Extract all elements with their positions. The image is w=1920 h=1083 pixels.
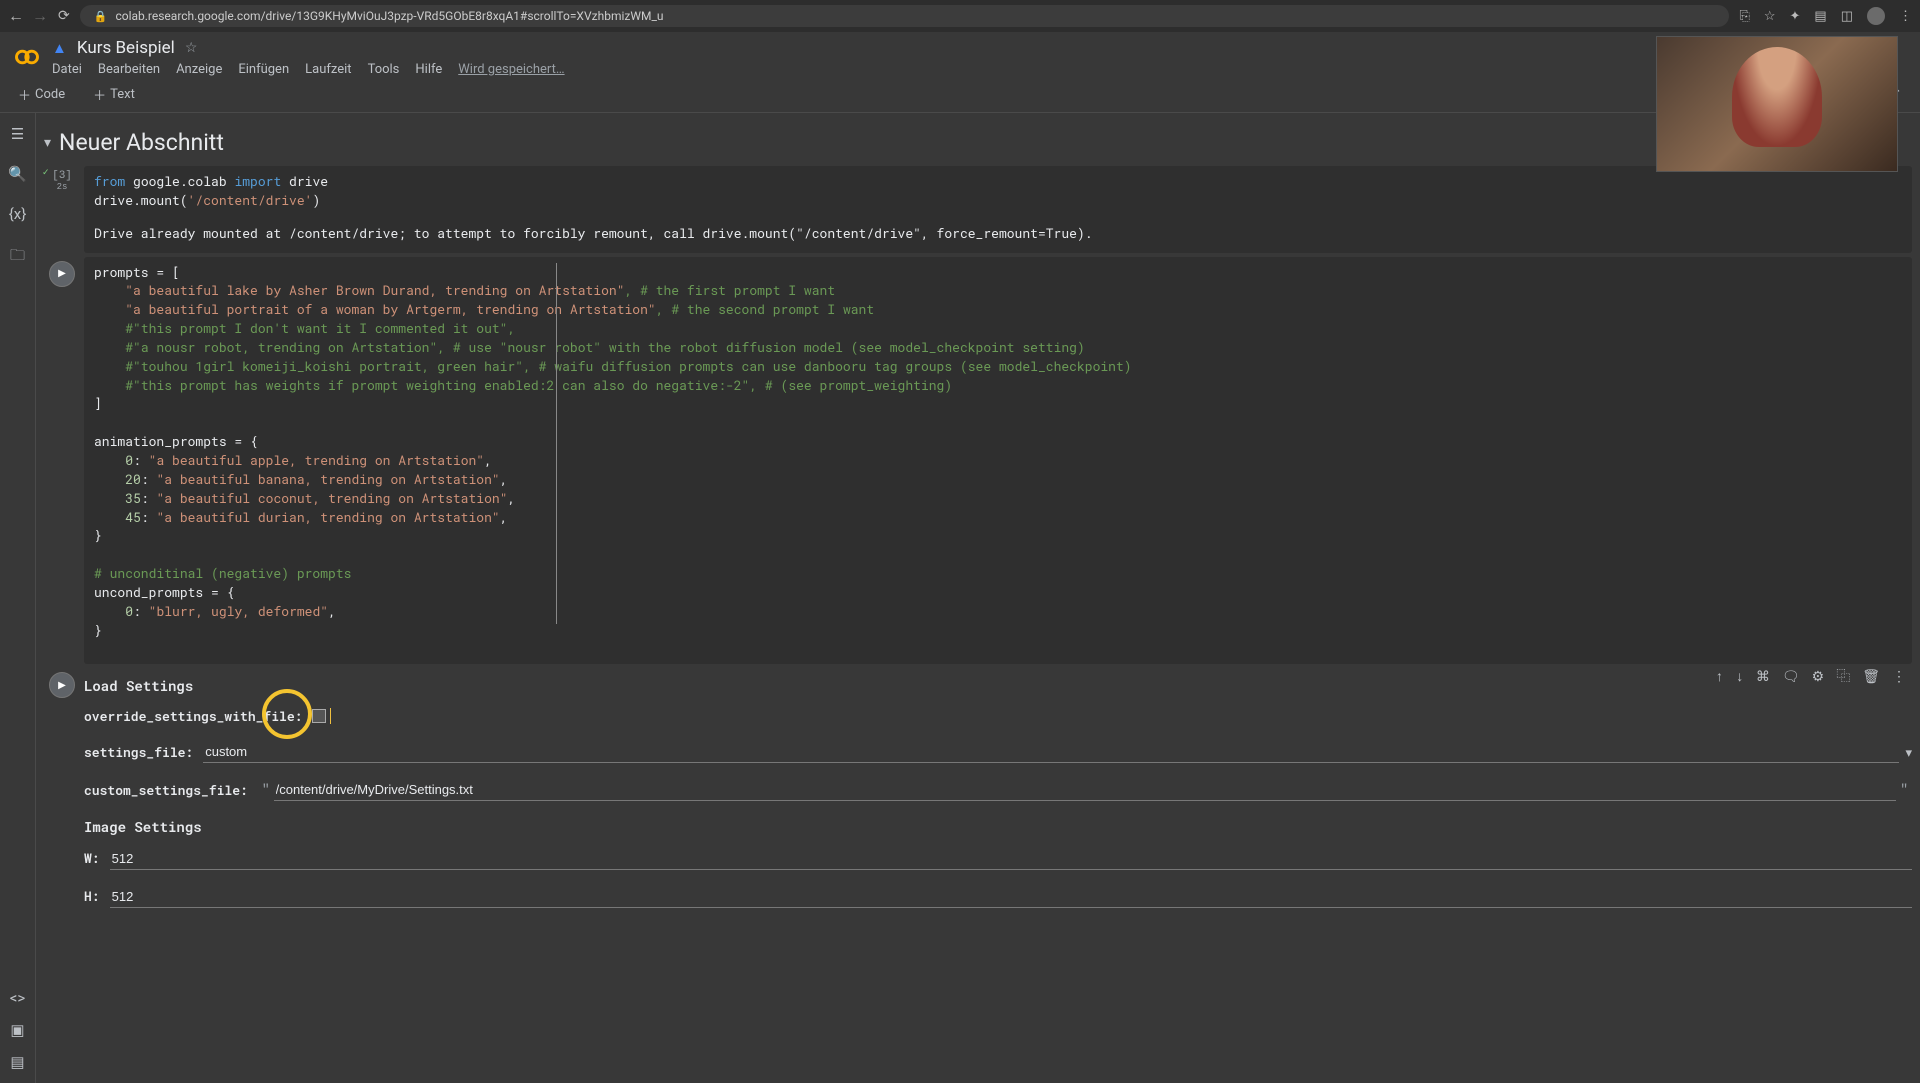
menu-hilfe[interactable]: Hilfe bbox=[415, 62, 442, 77]
forward-icon[interactable]: → bbox=[32, 6, 48, 26]
override-label: override_settings_with_file: bbox=[84, 707, 302, 726]
lock-icon: 🔒 bbox=[94, 10, 108, 23]
run-button[interactable]: ▶ bbox=[49, 672, 75, 698]
menu-laufzeit[interactable]: Laufzeit bbox=[305, 62, 351, 77]
colab-logo-icon[interactable] bbox=[12, 42, 42, 72]
chevron-down-icon[interactable]: ▾ bbox=[1905, 743, 1912, 762]
menu-bar: Datei Bearbeiten Anzeige Einfügen Laufze… bbox=[52, 62, 1908, 77]
more-icon[interactable]: ▤ bbox=[10, 1053, 24, 1071]
editor-cursor-line bbox=[556, 263, 557, 625]
delete-icon[interactable]: 🗑 bbox=[1862, 666, 1880, 686]
custom-settings-file-label: custom_settings_file: bbox=[84, 781, 248, 800]
left-sidebar: ☰ 🔍 {x} 🗀 <> ▣ ▤ bbox=[0, 113, 36, 1083]
cell-output: Drive already mounted at /content/drive;… bbox=[94, 220, 1902, 247]
mirror-icon[interactable]: ⿻ bbox=[1836, 666, 1850, 686]
toc-icon[interactable]: ☰ bbox=[11, 125, 24, 143]
star-icon[interactable]: ☆ bbox=[185, 40, 198, 56]
custom-settings-file-input[interactable] bbox=[274, 779, 1897, 801]
variables-icon[interactable]: {x} bbox=[9, 205, 27, 223]
text-cursor bbox=[330, 708, 331, 724]
cell-status-icon: ✓ bbox=[42, 168, 50, 178]
quote-close: " bbox=[1896, 781, 1912, 800]
save-status: Wird gespeichert… bbox=[458, 62, 564, 77]
w-label: W: bbox=[84, 849, 100, 868]
files-icon[interactable]: 🗀 bbox=[10, 245, 25, 270]
menu-datei[interactable]: Datei bbox=[52, 62, 82, 77]
back-icon[interactable]: ← bbox=[8, 6, 24, 26]
w-input[interactable] bbox=[110, 848, 1912, 870]
code-cell: ✓ [3] 2s from google.colab import drive … bbox=[40, 166, 1912, 253]
exec-count: [3] bbox=[52, 170, 72, 182]
terminal-icon[interactable]: ▣ bbox=[10, 1021, 24, 1039]
profile-avatar[interactable] bbox=[1867, 7, 1885, 25]
more-icon[interactable]: ⋮ bbox=[1892, 666, 1906, 686]
url-text: colab.research.google.com/drive/13G9KHyM… bbox=[115, 9, 663, 23]
exec-time: 2s bbox=[57, 182, 68, 192]
menu-anzeige[interactable]: Anzeige bbox=[176, 62, 222, 77]
section-title[interactable]: Neuer Abschnitt bbox=[59, 129, 224, 156]
code-snippets-icon[interactable]: <> bbox=[10, 989, 25, 1007]
h-label: H: bbox=[84, 887, 100, 906]
reload-icon[interactable]: ⟳ bbox=[58, 8, 70, 24]
code-cell: ▶ prompts = [ "a beautiful lake by Asher… bbox=[40, 257, 1912, 665]
comment-icon[interactable]: 🗨 bbox=[1782, 666, 1800, 686]
quote-open: " bbox=[258, 781, 274, 800]
settings-file-select[interactable] bbox=[203, 741, 1899, 763]
colab-header: ▲ Kurs Beispiel ☆ Datei Bearbeiten Anzei… bbox=[0, 32, 1920, 77]
settings-file-label: settings_file: bbox=[84, 743, 193, 762]
form-cell: ▶ ↑ ↓ ⌘ 🗨 ⚙ ⿻ 🗑 ⋮ Load Settings override… bbox=[40, 668, 1912, 909]
code-editor[interactable]: from google.colab import drive drive.mou… bbox=[84, 166, 1912, 253]
move-up-icon[interactable]: ↑ bbox=[1715, 666, 1723, 686]
search-icon[interactable]: 🔍 bbox=[8, 165, 27, 183]
cell-toolbar: ↑ ↓ ⌘ 🗨 ⚙ ⿻ 🗑 ⋮ bbox=[1715, 666, 1906, 686]
override-checkbox[interactable] bbox=[312, 709, 326, 723]
extensions-icon[interactable]: ✦ bbox=[1790, 9, 1801, 24]
menu-tools[interactable]: Tools bbox=[368, 62, 400, 77]
menu-einfuegen[interactable]: Einfügen bbox=[238, 62, 289, 77]
side-panel-icon[interactable]: ◫ bbox=[1841, 9, 1853, 24]
h-input[interactable] bbox=[110, 886, 1912, 908]
webcam-overlay bbox=[1656, 36, 1898, 172]
notebook-toolbar: ＋Code ＋Text ⌃ bbox=[0, 77, 1920, 113]
code-editor[interactable]: prompts = [ "a beautiful lake by Asher B… bbox=[84, 257, 1912, 665]
link-icon[interactable]: ⌘ bbox=[1756, 666, 1770, 686]
url-bar[interactable]: 🔒 colab.research.google.com/drive/13G9KH… bbox=[80, 5, 1730, 27]
add-code-button[interactable]: ＋Code bbox=[10, 81, 73, 108]
form-section-title: Image Settings bbox=[84, 817, 1912, 837]
form-section-title: Load Settings bbox=[84, 676, 1912, 696]
browser-chrome: ← → ⟳ 🔒 colab.research.google.com/drive/… bbox=[0, 0, 1920, 32]
translate-icon[interactable]: ⎘ bbox=[1739, 9, 1749, 24]
menu-bearbeiten[interactable]: Bearbeiten bbox=[98, 62, 160, 77]
section-header: ▾ Neuer Abschnitt bbox=[40, 121, 1912, 166]
document-title[interactable]: Kurs Beispiel bbox=[77, 38, 175, 58]
section-collapse-icon[interactable]: ▾ bbox=[44, 135, 51, 151]
kebab-icon[interactable]: ⋮ bbox=[1899, 9, 1912, 24]
run-button[interactable]: ▶ bbox=[49, 261, 75, 287]
bookmark-star-icon[interactable]: ☆ bbox=[1764, 9, 1776, 24]
move-down-icon[interactable]: ↓ bbox=[1735, 666, 1743, 686]
feed-icon[interactable]: ▤ bbox=[1814, 9, 1826, 24]
add-text-button[interactable]: ＋Text bbox=[85, 81, 143, 108]
settings-icon[interactable]: ⚙ bbox=[1812, 666, 1825, 686]
drive-icon: ▲ bbox=[52, 39, 67, 57]
